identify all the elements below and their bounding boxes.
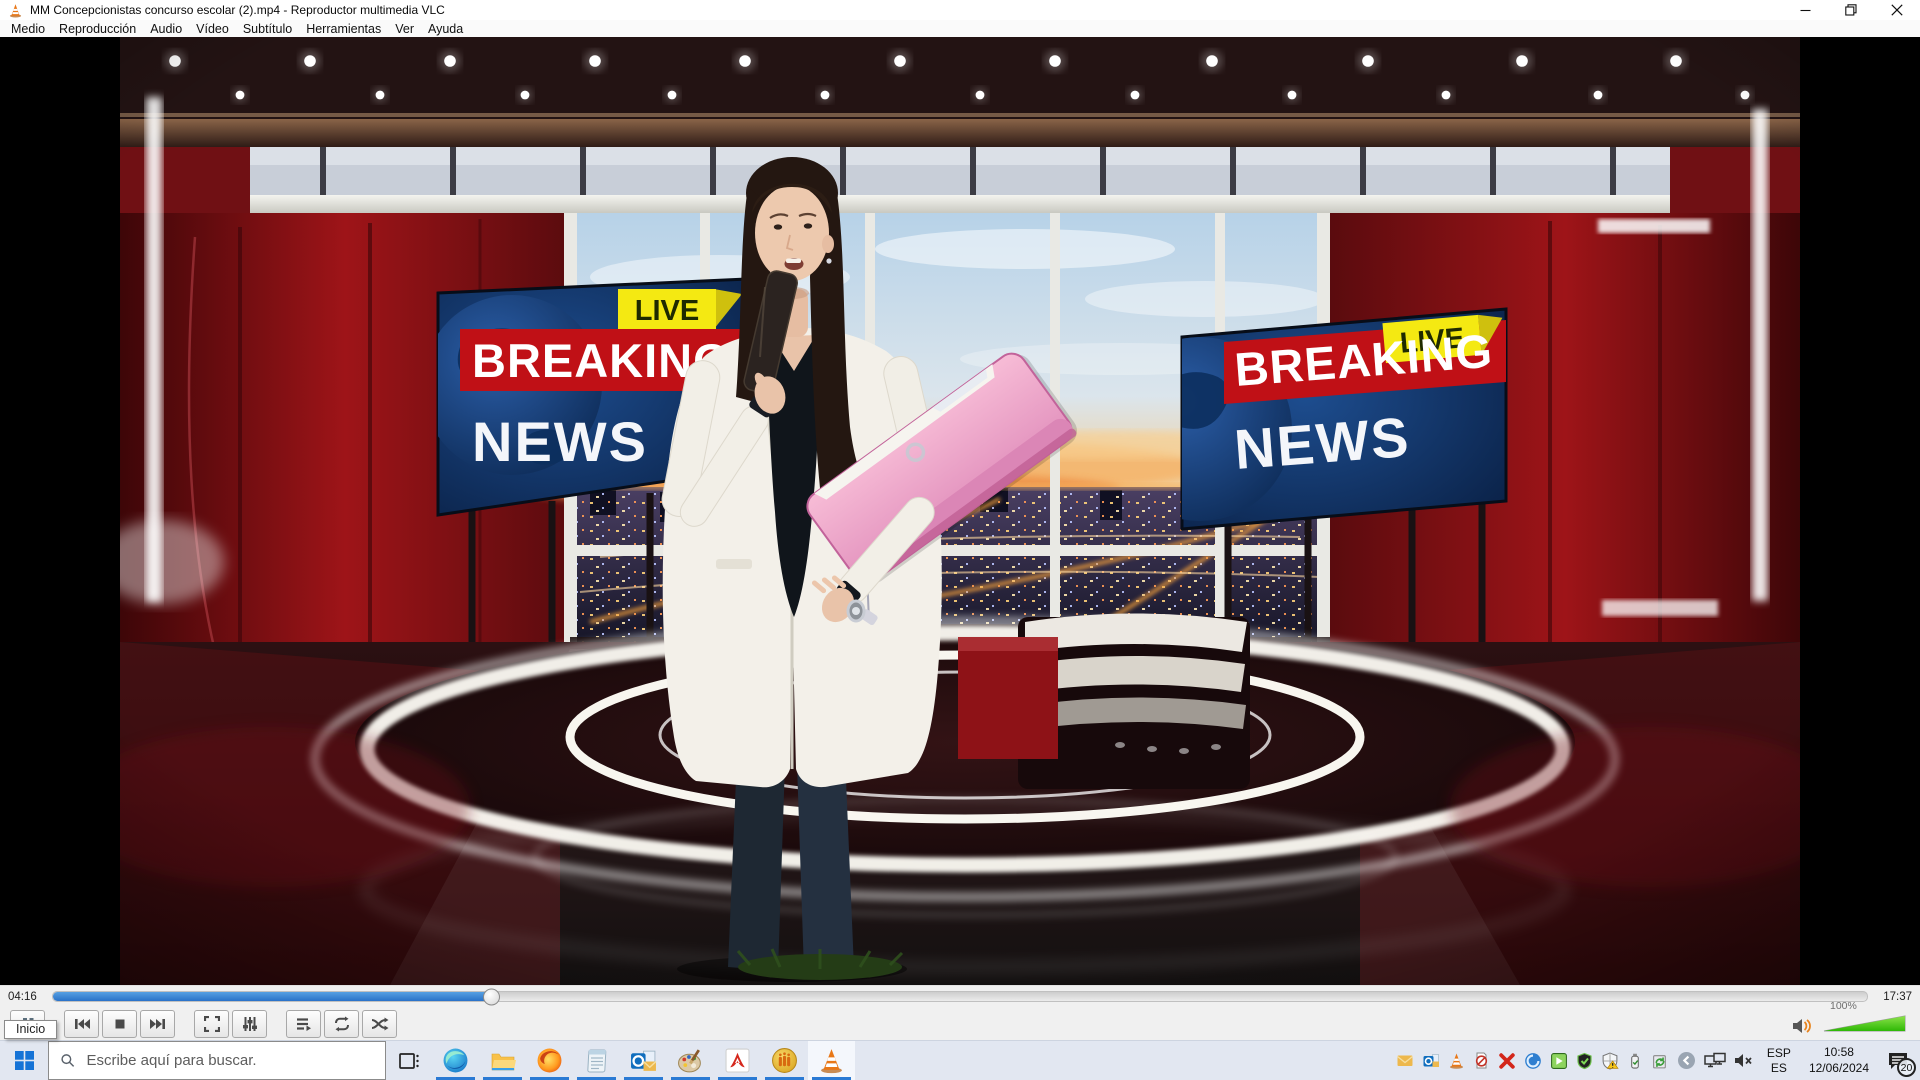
taskbar-app-paint[interactable]: [667, 1041, 714, 1080]
taskbar-app-edge[interactable]: [432, 1041, 479, 1080]
seek-bar[interactable]: [52, 991, 1868, 1002]
menu-video[interactable]: Vídeo: [189, 22, 236, 36]
equalizer-icon: [242, 1016, 258, 1032]
loop-icon: [333, 1016, 351, 1032]
menu-bar: Medio Reproducción Audio Vídeo Subtítulo…: [0, 20, 1920, 37]
fullscreen-button[interactable]: [194, 1010, 229, 1038]
news-studio-scene: LIVE BREAKING NEWS LIVE BREAKING NEWS: [120, 37, 1800, 985]
language-bottom: ES: [1767, 1061, 1791, 1076]
seek-knob[interactable]: [483, 988, 500, 1005]
network-icon[interactable]: [1704, 1052, 1726, 1070]
task-view-button[interactable]: [386, 1041, 432, 1080]
menu-reproduccion[interactable]: Reproducción: [52, 22, 143, 36]
stop-button[interactable]: [102, 1010, 137, 1038]
taskbar-app-vlc[interactable]: [808, 1041, 855, 1080]
paint-icon: [677, 1048, 704, 1074]
green-player-icon[interactable]: [1550, 1052, 1568, 1070]
video-area: LIVE BREAKING NEWS LIVE BREAKING NEWS: [0, 37, 1920, 985]
restore-button[interactable]: [1828, 0, 1874, 20]
menu-audio[interactable]: Audio: [143, 22, 189, 36]
blue-circle-icon[interactable]: [1524, 1052, 1542, 1070]
random-button[interactable]: [362, 1010, 397, 1038]
acrobat-icon: [725, 1048, 750, 1073]
date: 12/06/2024: [1809, 1061, 1869, 1077]
volume-percent-label: 100%: [1830, 1000, 1857, 1012]
menu-subtitulo[interactable]: Subtítulo: [236, 22, 299, 36]
notepad-icon: [585, 1048, 609, 1074]
extended-settings-button[interactable]: [232, 1010, 267, 1038]
menu-herramientas[interactable]: Herramientas: [299, 22, 388, 36]
vlc-tray-icon[interactable]: [1448, 1052, 1465, 1069]
taskbar: ESP ES 10:58 12/06/2024 20: [0, 1040, 1920, 1080]
taskbar-app-file-explorer[interactable]: [479, 1041, 526, 1080]
gold-circle-app-icon: [771, 1047, 798, 1074]
menu-medio[interactable]: Medio: [4, 22, 52, 36]
windows-start-icon: [15, 1051, 34, 1070]
volume-control: 100%: [1792, 1007, 1910, 1040]
updater-icon[interactable]: [1651, 1052, 1669, 1070]
red-x-icon[interactable]: [1498, 1052, 1516, 1070]
outlook-icon: [630, 1048, 657, 1074]
random-icon: [371, 1016, 389, 1032]
firefox-icon: [536, 1047, 563, 1074]
close-icon: [1891, 4, 1903, 16]
next-icon: [149, 1016, 167, 1032]
tooltip: Inicio: [4, 1020, 57, 1039]
clock[interactable]: 10:58 12/06/2024: [1804, 1045, 1874, 1076]
search-icon: [60, 1052, 75, 1069]
video-display[interactable]: LIVE BREAKING NEWS LIVE BREAKING NEWS: [120, 37, 1800, 985]
vignette: [120, 37, 1800, 985]
playlist-button[interactable]: [286, 1010, 321, 1038]
loop-button[interactable]: [324, 1010, 359, 1038]
taskbar-app-notepad[interactable]: [573, 1041, 620, 1080]
taskbar-search[interactable]: [48, 1041, 386, 1080]
fullscreen-icon: [204, 1016, 220, 1032]
language-indicator[interactable]: ESP ES: [1762, 1046, 1796, 1076]
next-button[interactable]: [140, 1010, 175, 1038]
start-button[interactable]: [0, 1041, 48, 1080]
taskbar-app-outlook[interactable]: [620, 1041, 667, 1080]
close-button[interactable]: [1874, 0, 1920, 20]
menu-ayuda[interactable]: Ayuda: [421, 22, 470, 36]
blocked-file-icon[interactable]: [1473, 1052, 1490, 1069]
player-controls: Inicio 100%: [0, 1007, 1920, 1040]
vlc-icon: [818, 1047, 845, 1074]
restore-icon: [1845, 4, 1857, 16]
title-bar: MM Concepcionistas concurso escolar (2).…: [0, 0, 1920, 20]
envelope-icon[interactable]: [1396, 1052, 1414, 1069]
speaker-icon[interactable]: [1792, 1018, 1813, 1034]
volume-muted-icon[interactable]: [1734, 1052, 1754, 1069]
file-explorer-icon: [490, 1048, 516, 1074]
window-title: MM Concepcionistas concurso escolar (2).…: [30, 3, 445, 17]
playlist-icon: [295, 1016, 312, 1032]
minimize-button[interactable]: [1782, 0, 1828, 20]
elapsed-time: 04:16: [8, 991, 42, 1003]
edge-icon: [442, 1047, 469, 1074]
seek-row: 04:16 17:37: [0, 985, 1920, 1007]
stop-icon: [112, 1016, 128, 1032]
taskbar-app-acrobat[interactable]: [714, 1041, 761, 1080]
language-top: ESP: [1767, 1046, 1791, 1061]
shield-check-icon[interactable]: [1576, 1052, 1593, 1070]
minimize-icon: [1800, 5, 1811, 16]
previous-icon: [73, 1016, 91, 1032]
shield-warning-icon[interactable]: [1601, 1052, 1619, 1070]
time: 10:58: [1809, 1045, 1869, 1061]
vlc-cone-icon: [8, 3, 23, 18]
taskbar-app-firefox[interactable]: [526, 1041, 573, 1080]
hidden-icons-chevron-icon[interactable]: [1677, 1051, 1696, 1070]
previous-button[interactable]: [64, 1010, 99, 1038]
search-input[interactable]: [84, 1051, 374, 1070]
seek-fill: [53, 992, 492, 1001]
notification-center-button[interactable]: 20: [1882, 1041, 1916, 1080]
usb-icon[interactable]: [1627, 1052, 1643, 1070]
system-tray: ESP ES 10:58 12/06/2024 20: [1396, 1041, 1920, 1080]
notification-badge: 20: [1897, 1058, 1916, 1077]
task-view-icon: [397, 1050, 421, 1072]
taskbar-app-gold-circle[interactable]: [761, 1041, 808, 1080]
outlook-tray-icon[interactable]: [1422, 1052, 1440, 1069]
menu-ver[interactable]: Ver: [388, 22, 421, 36]
